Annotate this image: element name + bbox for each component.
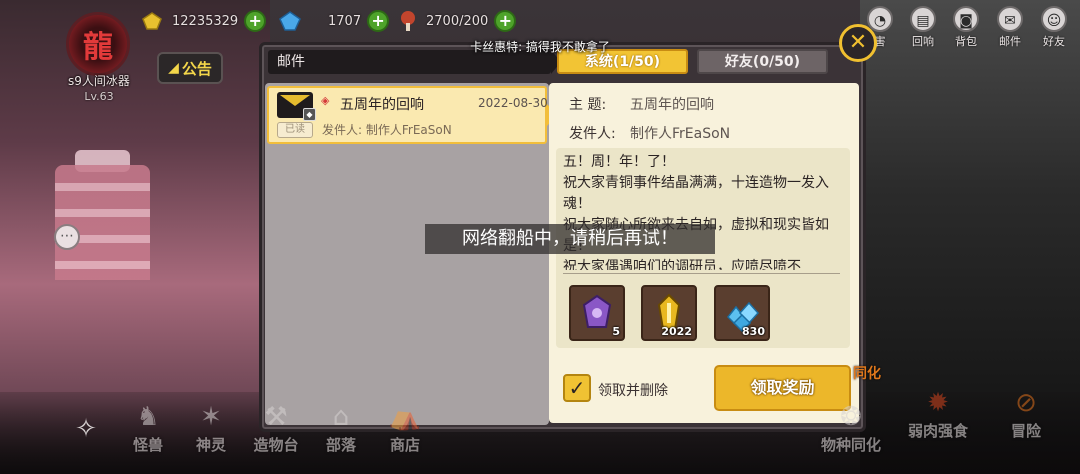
card-icon: ▤	[910, 6, 936, 32]
nav-label: 造物台	[253, 436, 299, 454]
topnav-label: 回响	[912, 35, 934, 48]
purple-crystal-icon	[582, 294, 612, 328]
player-name: s9人间冰器	[68, 74, 130, 88]
nav-tribe[interactable]: ⌂ 部落	[311, 400, 371, 455]
sender-label: 发件人:	[569, 126, 616, 142]
nav-label: 弱肉强食	[907, 422, 968, 440]
megaphone-icon: ◢	[168, 60, 179, 76]
reward-item[interactable]: 830	[714, 285, 770, 341]
network-error-toast: 网络翻船中，请稍后再试！	[425, 224, 715, 254]
add-gold-button[interactable]: +	[244, 10, 267, 32]
topnav-item-bag[interactable]: ◙ 背包	[945, 6, 987, 49]
nav-label: 怪兽	[132, 436, 163, 454]
god-icon: ✶	[200, 402, 222, 432]
topnav-label: 邮件	[999, 35, 1021, 48]
tab-friends[interactable]: 好友(0/50)	[697, 49, 828, 74]
chat-icon[interactable]: ⋯	[54, 224, 80, 250]
player-level: Lv.63	[84, 90, 114, 103]
reward-item[interactable]: 2022	[641, 285, 697, 341]
reward-count: 830	[742, 325, 765, 338]
nav-monsters[interactable]: ♞ 怪兽	[118, 400, 178, 455]
dragon-emblem-icon: 龍	[83, 30, 113, 65]
divider	[563, 273, 840, 274]
nav-label: 商店	[389, 436, 420, 454]
topnav-item-echo[interactable]: ▤ 回响	[902, 6, 944, 49]
nav-shop[interactable]: ⛺ 商店	[375, 400, 435, 455]
stamina-value: 2700/200	[426, 13, 489, 29]
subject-value: 五周年的回响	[630, 97, 714, 113]
anvil-icon: ⚒	[264, 402, 288, 432]
notice-button[interactable]: ◢ 公告	[157, 52, 223, 84]
topnav-item-mail[interactable]: ✉ 邮件	[989, 6, 1031, 49]
mail-item-title: 五周年的回响	[340, 97, 424, 113]
notice-label: 公告	[181, 59, 212, 78]
tribe-icon: ⌂	[332, 402, 350, 432]
adventure-compass-icon: ⊘	[1015, 388, 1037, 418]
bag-icon: ◙	[953, 6, 979, 32]
nav-label: 部落	[325, 436, 356, 454]
dna-icon: ❂	[840, 402, 862, 432]
shop-icon: ⛺	[388, 402, 422, 432]
resource-gold: 12235329 +	[140, 9, 267, 33]
nav-label: 神灵	[195, 436, 226, 454]
reward-item[interactable]: 5	[569, 285, 625, 341]
gold-gem-icon	[140, 9, 164, 33]
species-tag: 同化	[853, 366, 881, 382]
topnav-label: 背包	[955, 35, 977, 48]
checkmark-icon: ✓	[568, 376, 586, 400]
delete-after-claim-checkbox[interactable]: ✓	[563, 374, 591, 402]
sender-value: 制作人FrEaSoN	[630, 126, 731, 142]
close-button[interactable]: ✕	[839, 24, 877, 62]
crystal-value: 1707	[328, 13, 362, 29]
gold-value: 12235329	[172, 13, 239, 29]
player-avatar[interactable]: 龍	[66, 12, 130, 76]
nav-gods[interactable]: ✶ 神灵	[181, 400, 241, 455]
monster-icon: ♞	[136, 402, 160, 432]
mail-item-date: 2022-08-30	[478, 96, 548, 110]
mail-item-sender: 发件人: 制作人FrEaSoN	[322, 123, 452, 137]
topnav-item-friends[interactable]: ☺ 好友	[1033, 6, 1075, 49]
meat-stamina-icon	[396, 9, 420, 33]
nav-compass[interactable]: ✧	[56, 412, 116, 446]
topnav-label: 好友	[1043, 35, 1065, 48]
claw-icon: ✹	[927, 388, 949, 418]
red-diamond-icon: ◈	[321, 94, 330, 107]
nav-label: 冒险	[1010, 422, 1041, 440]
checkbox-label: 领取并删除	[598, 383, 668, 399]
subject-label: 主 题:	[569, 97, 607, 113]
nav-predation[interactable]: ✹ 弱肉强食	[900, 386, 976, 441]
nav-adventure[interactable]: ⊘ 冒险	[996, 386, 1056, 441]
attachment-icon: ◆	[303, 108, 316, 121]
add-stamina-button[interactable]: +	[494, 10, 517, 32]
mail-icon: ✉	[997, 6, 1023, 32]
nav-label: 物种同化	[820, 436, 881, 454]
resource-crystal: 1707 +	[278, 9, 390, 33]
chat-toast: 卡丝惠特: 搞得我不敢拿了	[470, 40, 610, 54]
cake-illustration	[55, 165, 150, 280]
reward-count: 2022	[661, 325, 692, 338]
blue-crystal-icon	[278, 9, 302, 33]
add-crystal-button[interactable]: +	[367, 10, 390, 32]
read-badge: 已读	[277, 122, 313, 138]
compass-icon: ✧	[75, 414, 97, 444]
resource-stamina: 2700/200 +	[396, 9, 517, 33]
reward-count: 5	[612, 325, 620, 338]
nav-species-assimilation[interactable]: ❂ 物种同化	[815, 400, 887, 455]
nav-forge[interactable]: ⚒ 造物台	[246, 400, 306, 455]
friends-icon: ☺	[1041, 6, 1067, 32]
